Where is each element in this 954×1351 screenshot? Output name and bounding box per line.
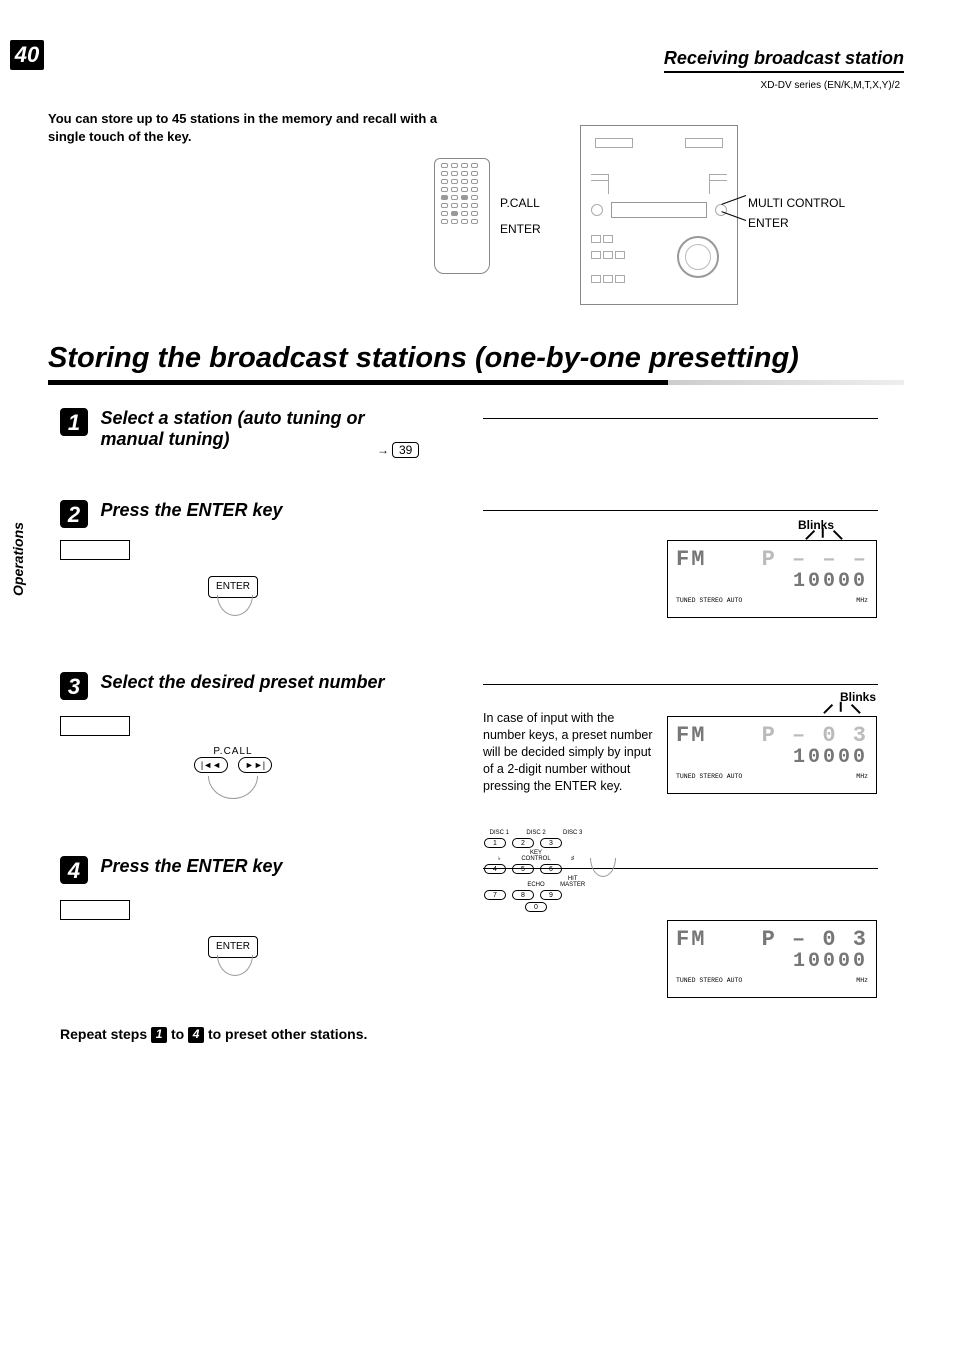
next-icon: ►►| [238, 757, 272, 773]
pad-btn: 1 [484, 838, 506, 848]
pad-btn: 6 [540, 864, 562, 874]
inline-step-ref: 4 [188, 1027, 204, 1043]
enter-button-icon: ENTER [208, 576, 258, 598]
main-unit-diagram [580, 125, 738, 305]
placeholder-rect [60, 540, 130, 560]
lcd-band: FM [676, 927, 706, 952]
remote-label-pcall: P.CALL [500, 196, 540, 210]
pad-label: DISC 1 [484, 830, 515, 836]
step-number-icon [60, 408, 88, 436]
step-3: Select the desired preset number [60, 672, 440, 700]
step-title: Press the ENTER key [100, 856, 282, 877]
divider-line [483, 684, 878, 685]
pad-btn: 0 [525, 902, 547, 912]
pad-btn: 8 [512, 890, 534, 900]
lcd-status: TUNED STEREO AUTO [676, 773, 742, 780]
pcall-buttons-icon: P.CALL |◄◄ ►►| [194, 746, 272, 773]
step-title: Select a station (auto tuning or manual … [100, 408, 420, 450]
pcall-label: P.CALL [194, 746, 272, 757]
step-title: Press the ENTER key [100, 500, 282, 521]
pad-label: DISC 3 [557, 830, 588, 836]
unit-label-multicontrol: MULTI CONTROL [748, 196, 845, 210]
lcd-band: FM [676, 723, 706, 748]
section-header: Receiving broadcast station [664, 48, 904, 73]
remote-diagram [434, 158, 490, 274]
pad-btn: 4 [484, 864, 506, 874]
page-reference-39: 39 [392, 442, 419, 458]
pad-label: ♯ [557, 856, 588, 862]
step-number-icon [60, 500, 88, 528]
intro-text: You can store up to 45 stations in the m… [48, 110, 448, 145]
pad-btn: 7 [484, 890, 506, 900]
lcd-band: FM [676, 547, 706, 572]
step-number-icon [60, 672, 88, 700]
divider-line [483, 510, 878, 511]
placeholder-rect [60, 716, 130, 736]
lcd-unit: MHz [856, 977, 868, 984]
pad-label: ECHO [521, 882, 552, 888]
prev-icon: |◄◄ [194, 757, 228, 773]
page-number-tab: 40 [10, 40, 44, 70]
step-title: Select the desired preset number [100, 672, 384, 693]
lcd-frequency: 10000 [676, 950, 868, 973]
pad-btn: 5 [512, 864, 534, 874]
pad-label: DISC 2 [521, 830, 552, 836]
number-pad-icon: DISC 1 DISC 2 DISC 3 123 ♭ KEY CONTROL ♯ 456… [484, 830, 588, 914]
repeat-text: Repeat steps [60, 1026, 151, 1042]
lcd-frequency: 10000 [676, 570, 868, 593]
blinks-label: Blinks [840, 690, 876, 704]
title-underline [48, 380, 904, 385]
pad-label: HIT MASTER [557, 876, 588, 888]
pad-btn: 9 [540, 890, 562, 900]
lcd-display-1: FM P – – – 10000 TUNED STEREO AUTO MHz [667, 540, 877, 618]
lcd-preset: P – 0 3 [762, 927, 868, 952]
lcd-unit: MHz [856, 597, 868, 604]
doc-code: XD-DV series (EN/K,M,T,X,Y)/2 [761, 80, 900, 91]
note-text: In case of input with the number keys, a… [483, 710, 653, 794]
blinks-label: Blinks [798, 518, 834, 532]
placeholder-rect [60, 900, 130, 920]
step-number-icon [60, 856, 88, 884]
pad-label: KEY CONTROL [521, 850, 552, 862]
lcd-display-3: FM P – 0 3 10000 TUNED STEREO AUTO MHz [667, 920, 877, 998]
lcd-preset: P – – – [762, 547, 868, 572]
lcd-frequency: 10000 [676, 746, 868, 769]
repeat-text: to preset other stations. [208, 1026, 367, 1042]
lcd-status: TUNED STEREO AUTO [676, 597, 742, 604]
lcd-display-2: FM P – 0 3 10000 TUNED STEREO AUTO MHz [667, 716, 877, 794]
inline-step-ref: 1 [151, 1027, 167, 1043]
lcd-status: TUNED STEREO AUTO [676, 977, 742, 984]
unit-label-enter: ENTER [748, 216, 789, 230]
side-tab-operations: Operations [10, 476, 26, 596]
remote-label-enter: ENTER [500, 222, 541, 236]
repeat-note: Repeat steps 1 to 4 to preset other stat… [60, 1024, 438, 1045]
divider-line [483, 418, 878, 419]
lcd-unit: MHz [856, 773, 868, 780]
main-title: Storing the broadcast stations (one-by-o… [48, 342, 799, 375]
pad-btn: 3 [540, 838, 562, 848]
enter-button-icon: ENTER [208, 936, 258, 958]
step-4: Press the ENTER key [60, 856, 440, 884]
pad-label: ♭ [484, 855, 515, 862]
step-2: Press the ENTER key [60, 500, 440, 528]
lcd-preset: P – 0 3 [762, 723, 868, 748]
pad-btn: 2 [512, 838, 534, 848]
repeat-text: to [171, 1026, 188, 1042]
